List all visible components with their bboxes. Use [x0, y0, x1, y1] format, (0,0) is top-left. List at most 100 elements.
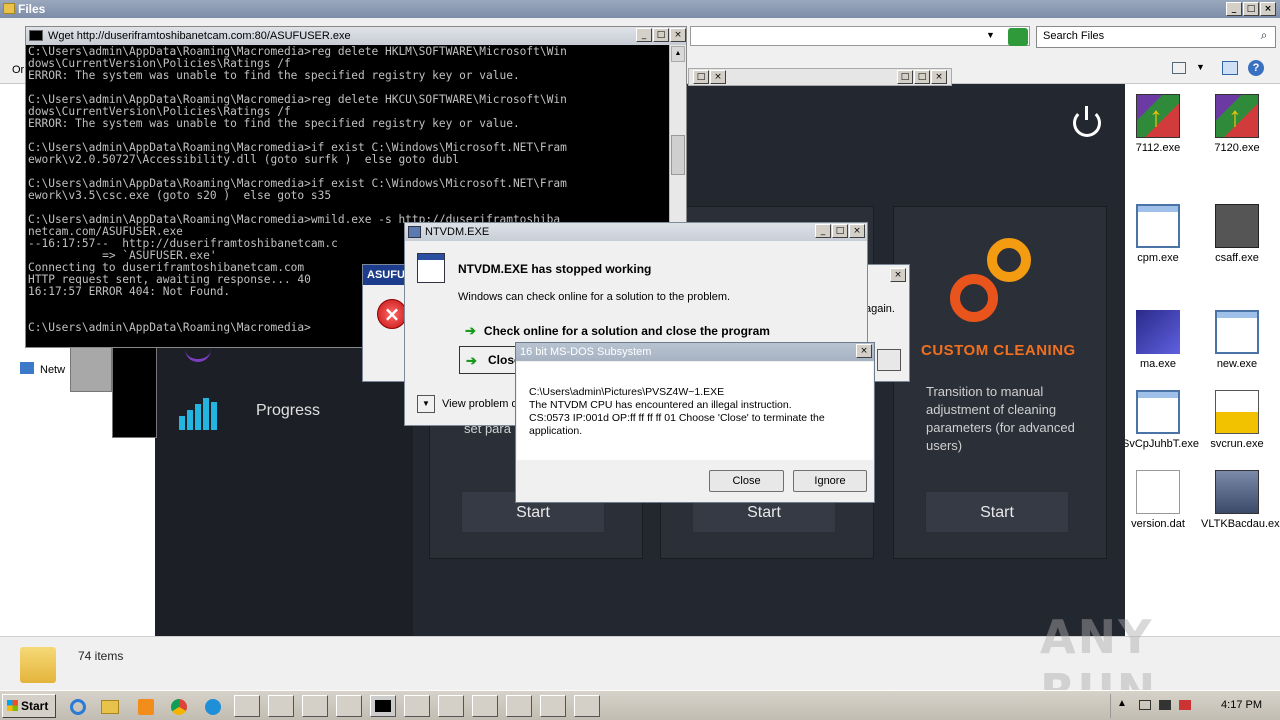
close-button[interactable]: × [1260, 2, 1276, 16]
system-tray: ▲ 4:17 PM [1110, 694, 1280, 718]
file-version[interactable]: version.dat [1122, 470, 1194, 530]
scroll-up-icon[interactable]: ▲ [671, 46, 685, 62]
file-svcpjuhbt[interactable]: SvCpJuhbT.exe [1122, 390, 1199, 450]
game-character-icon [1215, 470, 1259, 514]
taskbar-window-9[interactable] [540, 695, 566, 717]
view-problem-details-link[interactable]: View problem de [442, 398, 524, 410]
msdos-line-1: C:\Users\admin\Pictures\PVSZ4W~1.EXE [529, 386, 725, 398]
taskbar-console[interactable] [370, 695, 396, 717]
search-icon[interactable]: ⌕ [1254, 28, 1274, 46]
item-count: 74 items [78, 649, 124, 663]
power-icon[interactable] [1073, 106, 1101, 137]
check-online-button[interactable]: ➔ Check online for a solution and close t… [465, 323, 770, 339]
start-button[interactable]: Start [2, 694, 56, 718]
ie-icon[interactable] [66, 695, 92, 717]
explorer-icon[interactable] [96, 695, 122, 717]
explorer-window-controls: _ □ × [1226, 2, 1276, 16]
minimize-button[interactable]: _ [1226, 2, 1242, 16]
help-icon[interactable]: ? [1248, 60, 1264, 76]
close-button[interactable]: × [856, 344, 872, 358]
edge-icon[interactable] [201, 695, 227, 717]
address-bar[interactable] [690, 26, 1030, 46]
file-label: svcrun.exe [1210, 438, 1264, 450]
background-window-caption: □ × □ □ × [688, 68, 952, 86]
maximize-button[interactable]: □ [832, 224, 848, 238]
ignore-button[interactable]: Ignore [793, 470, 867, 492]
views-icon[interactable] [1172, 62, 1186, 74]
ntvdm-title: NTVDM.EXE [425, 226, 490, 238]
tray-expand-icon[interactable]: ▲ [1117, 698, 1127, 709]
msdos-line-3: CS:0573 IP:001d OP:ff ff ff ff 01 Choose… [529, 412, 825, 437]
file-label: cpm.exe [1137, 252, 1179, 264]
program-icon [417, 253, 445, 283]
close-button[interactable]: × [890, 268, 906, 282]
taskbar-window-10[interactable] [574, 695, 600, 717]
taskbar-window-2[interactable] [268, 695, 294, 717]
minimize-button[interactable]: _ [636, 28, 652, 42]
ntvdm-window-controls: _ □ × [815, 224, 865, 238]
maximize-button[interactable]: □ [1243, 2, 1259, 16]
ntvdm-subtext: Windows can check online for a solution … [458, 291, 731, 303]
asufuser-message: again. [865, 303, 895, 315]
check-online-label: Check online for a solution and close th… [483, 324, 770, 338]
chevron-down-icon[interactable]: ▼ [986, 30, 995, 40]
network-tray-icon[interactable] [1139, 700, 1151, 710]
preview-pane-icon[interactable] [1222, 61, 1238, 75]
console-title: Wget http://duseriframtoshibanetcam.com:… [48, 30, 351, 42]
file-cpm[interactable]: cpm.exe [1122, 204, 1194, 264]
box-icon [1136, 310, 1180, 354]
msdos-subsystem-dialog: 16 bit MS-DOS Subsystem × C:\Users\admin… [515, 342, 875, 503]
restore-button[interactable]: □ [914, 70, 930, 84]
msdos-line-2: The NTVDM CPU has encountered an illegal… [529, 399, 792, 411]
file-vltkbacdau[interactable]: VLTKBacdau.exe [1201, 470, 1280, 530]
file-7120[interactable]: 7120.exe [1201, 94, 1273, 154]
file-csaff[interactable]: csaff.exe [1201, 204, 1273, 264]
file-ma[interactable]: ma.exe [1122, 310, 1194, 370]
close-button[interactable]: × [849, 224, 865, 238]
minimize-button[interactable]: _ [815, 224, 831, 238]
taskbar-window-1[interactable] [234, 695, 260, 717]
restore-button[interactable]: □ [693, 70, 709, 84]
taskbar-window-8[interactable] [506, 695, 532, 717]
close-button[interactable]: × [670, 28, 686, 42]
network-icon [20, 362, 34, 374]
close-button[interactable]: Close [709, 470, 784, 492]
application-window-icon [1136, 390, 1180, 434]
error-icon: × [377, 299, 407, 329]
file-new[interactable]: new.exe [1201, 310, 1273, 370]
close-program-button[interactable]: ➔ Close [459, 346, 521, 374]
msdos-title: 16 bit MS-DOS Subsystem [520, 346, 652, 358]
media-player-icon[interactable] [134, 695, 160, 717]
taskbar-window-7[interactable] [472, 695, 498, 717]
custom-cleaning-title: CUSTOM CLEANING [921, 342, 1076, 359]
file-7112[interactable]: 7112.exe [1122, 94, 1194, 154]
organize-menu[interactable]: Or [12, 64, 24, 76]
close-button[interactable]: × [710, 70, 726, 84]
file-svcrun[interactable]: svcrun.exe [1201, 390, 1273, 450]
taskbar-window-5[interactable] [404, 695, 430, 717]
chevron-down-icon[interactable]: ▼ [417, 395, 435, 413]
gear-icon [987, 238, 1031, 282]
sidebar-item-progress[interactable]: Progress [256, 402, 320, 420]
asufuser-button[interactable] [877, 349, 901, 371]
file-label: version.dat [1131, 518, 1185, 530]
close-button[interactable]: × [931, 70, 947, 84]
refresh-icon[interactable] [1008, 28, 1028, 46]
maximize-button[interactable]: □ [653, 28, 669, 42]
winrar-archive-icon [1136, 94, 1180, 138]
taskbar-window-3[interactable] [302, 695, 328, 717]
search-input[interactable]: Search Files ⌕ [1036, 26, 1276, 48]
scroll-thumb[interactable] [671, 135, 685, 175]
document-icon [1136, 470, 1180, 514]
start-button-3[interactable]: Start [925, 491, 1069, 533]
taskbar-window-6[interactable] [438, 695, 464, 717]
views-menu-icon[interactable]: ▼ [1196, 62, 1205, 72]
volume-icon[interactable] [1159, 700, 1171, 710]
taskbar-window-4[interactable] [336, 695, 362, 717]
background-console [112, 346, 157, 438]
maximize-button[interactable]: □ [897, 70, 913, 84]
nav-item-network[interactable]: Netw [40, 364, 65, 376]
chrome-icon[interactable] [167, 695, 193, 717]
security-icon[interactable] [1179, 700, 1191, 710]
asufuser-title: ASUFU [363, 265, 405, 285]
